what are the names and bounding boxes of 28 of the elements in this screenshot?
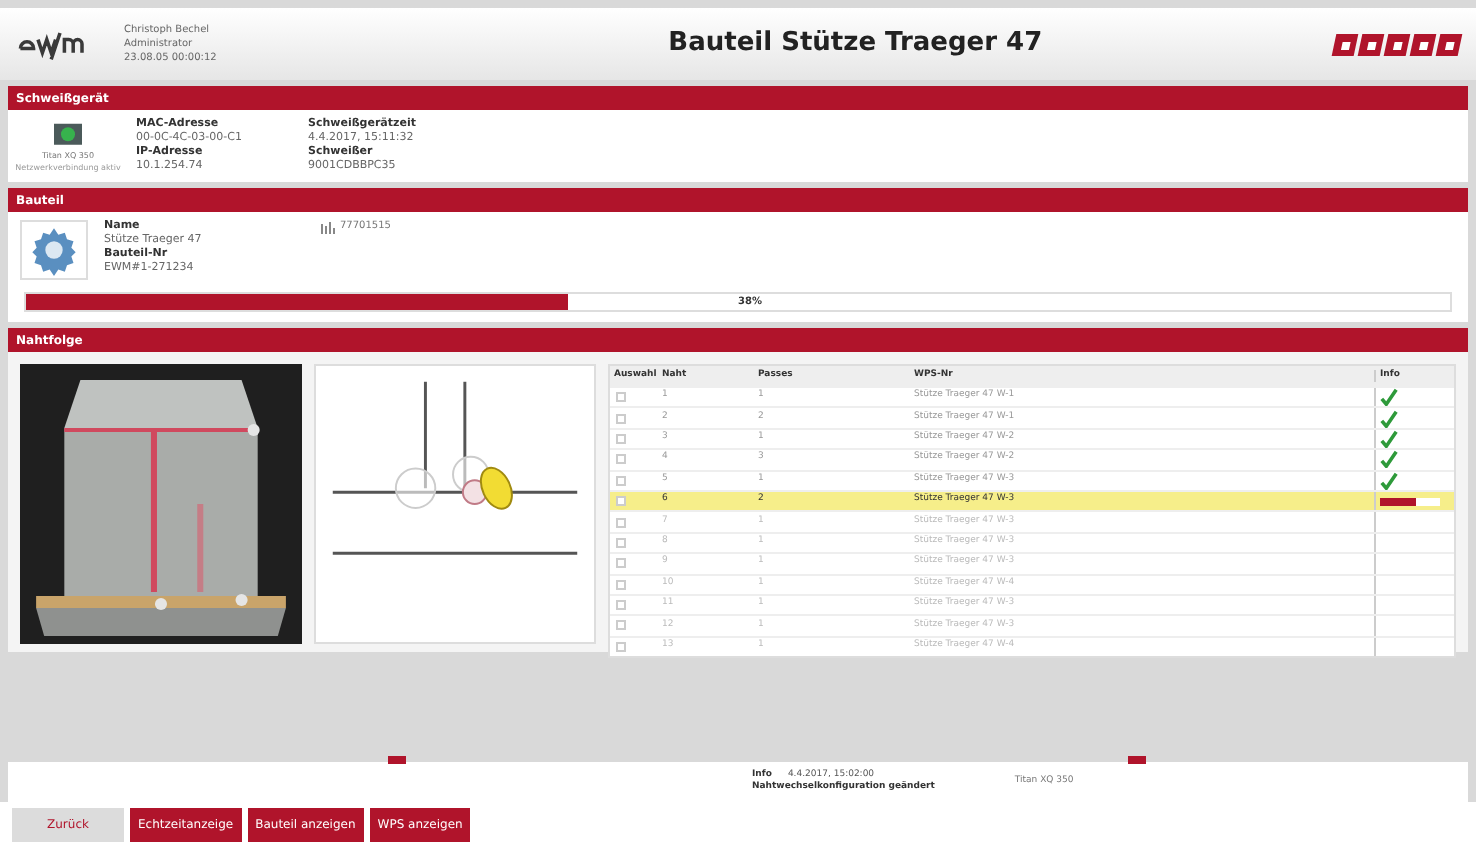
row-checkbox[interactable] [616,558,626,569]
row-checkbox[interactable] [616,454,626,465]
collapse-icon[interactable] [388,756,406,764]
row-checkbox[interactable] [616,475,626,486]
toolbar-icon-button[interactable] [1383,33,1411,55]
row-checkbox[interactable] [616,413,626,424]
toolbar-icon-button[interactable] [1357,33,1385,55]
page-title: Bauteil Stütze Traeger 47 [668,26,1043,63]
toolbar-icon-button[interactable] [1331,33,1359,55]
row-checkbox[interactable] [616,641,626,652]
row-checkbox[interactable] [616,579,626,590]
square-icon [1340,40,1350,48]
square-icon [1444,40,1454,48]
collapse-icon[interactable] [1128,756,1146,764]
square-icon [1418,40,1428,48]
toolbar-icon-button[interactable] [1435,33,1463,55]
monitor-icon [50,121,86,149]
row-checkbox[interactable] [616,433,626,444]
row-checkbox[interactable] [616,537,626,548]
square-icon [1366,40,1376,48]
toolbar-icon-button[interactable] [1409,33,1437,55]
square-icon [1392,40,1402,48]
row-checkbox[interactable] [616,620,626,631]
row-checkbox[interactable] [616,517,626,528]
row-checkbox[interactable] [616,392,626,403]
row-checkbox[interactable] [616,496,626,507]
barcode-icon [320,221,336,234]
row-checkbox[interactable] [616,600,626,611]
